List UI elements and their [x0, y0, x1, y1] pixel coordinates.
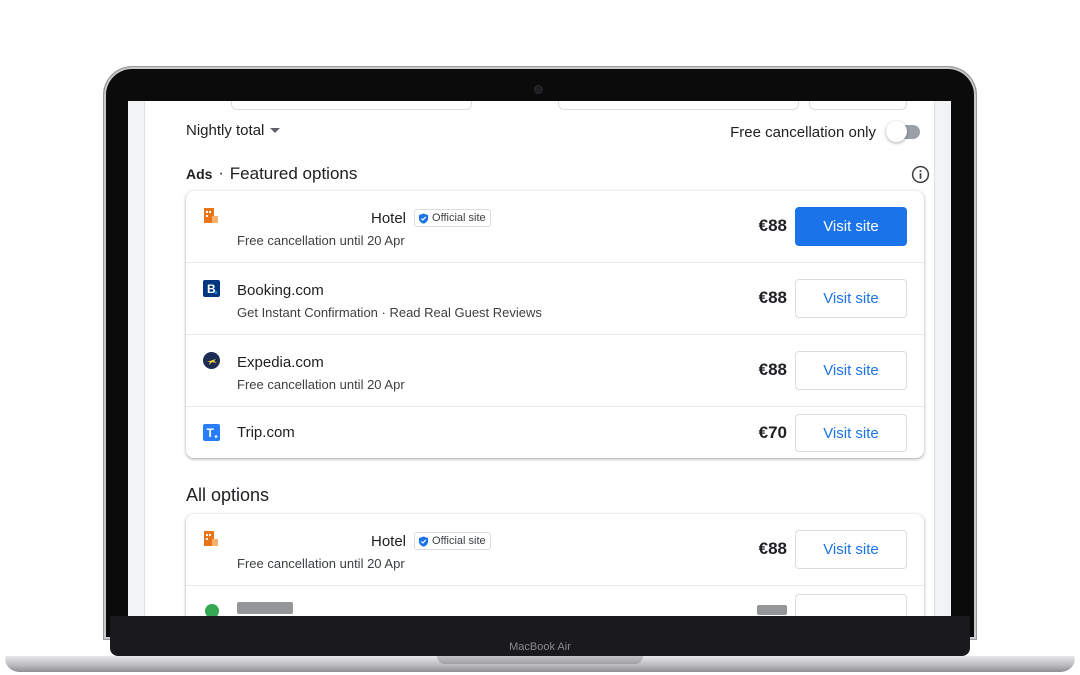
expedia-name[interactable]: Expedia.com	[237, 354, 324, 371]
price: €88	[758, 216, 787, 235]
hotel-name[interactable]: Hotel	[371, 533, 406, 550]
shield-check-icon	[418, 535, 429, 547]
info-icon[interactable]	[911, 165, 930, 184]
booking-logo-icon: B	[203, 280, 220, 297]
svg-text:T: T	[207, 426, 215, 440]
free-cancellation-toggle[interactable]	[886, 121, 924, 143]
visit-site-button[interactable]: Visit site	[795, 279, 907, 318]
guests-input[interactable]	[809, 101, 907, 110]
provider-name: Hotel Official site	[237, 208, 491, 228]
provider-subtitle: Free cancellation until 20 Apr	[237, 377, 405, 392]
svg-text:B: B	[207, 282, 216, 296]
list-item: Hotel Official site Free cancellation un…	[186, 191, 924, 263]
featured-header: Ads · Featured options	[186, 162, 930, 186]
expedia-logo-icon	[203, 352, 220, 369]
hotel-logo-icon	[204, 531, 218, 546]
all-options-card: Hotel Official site Free cancellation un…	[186, 514, 924, 616]
featured-title: Featured options	[229, 164, 358, 183]
provider-logo-icon	[205, 604, 219, 616]
redacted-name	[237, 211, 363, 225]
visit-site-button[interactable]: Visit site	[795, 530, 907, 569]
toggle-thumb	[886, 121, 907, 142]
laptop-base-notch	[437, 656, 643, 664]
official-site-badge: Official site	[414, 532, 491, 550]
booking-name[interactable]: Booking.com	[237, 282, 324, 299]
results-panel: Nightly total Free cancellation only Ads…	[144, 101, 935, 616]
provider-name: Expedia.com	[237, 352, 324, 372]
official-site-label: Official site	[432, 212, 486, 224]
redacted-name	[237, 534, 363, 548]
provider-name: Trip.com	[237, 422, 295, 442]
date-input-checkout[interactable]	[558, 101, 799, 110]
trip-logo-icon: T	[203, 424, 220, 441]
ads-label: Ads	[186, 166, 213, 182]
hotel-logo-icon	[204, 208, 218, 223]
provider-subtitle: Free cancellation until 20 Apr	[237, 233, 405, 248]
shield-check-icon	[418, 212, 429, 224]
trip-name[interactable]: Trip.com	[237, 424, 295, 441]
provider-subtitle: Free cancellation until 20 Apr	[237, 556, 405, 571]
screen: Nightly total Free cancellation only Ads…	[128, 101, 951, 616]
header-separator: ·	[218, 165, 224, 182]
visit-site-button[interactable]: Visit site	[795, 207, 907, 246]
provider-name: Booking.com	[237, 280, 324, 300]
official-site-badge: Official site	[414, 209, 491, 227]
list-item: B Booking.com Get Instant Confirmation ·…	[186, 263, 924, 335]
device-label: MacBook Air	[509, 641, 571, 653]
all-options-title: All options	[186, 485, 270, 505]
price: €88	[758, 288, 787, 307]
sort-dropdown[interactable]: Nightly total	[186, 122, 281, 139]
featured-options-card: Hotel Official site Free cancellation un…	[186, 191, 924, 458]
visit-site-button[interactable]: Visit site	[795, 414, 907, 452]
list-item: Hotel Official site Free cancellation un…	[186, 514, 924, 586]
price-cut	[757, 605, 787, 615]
price: €88	[758, 539, 787, 558]
price: €70	[758, 423, 787, 442]
camera-icon	[535, 86, 542, 93]
date-input-checkin[interactable]	[231, 101, 472, 110]
filter-bar: Nightly total Free cancellation only	[186, 121, 924, 143]
free-cancellation-label: Free cancellation only	[730, 123, 876, 141]
official-site-label: Official site	[432, 535, 486, 547]
sort-dropdown-label: Nightly total	[186, 122, 265, 139]
list-item-partial	[186, 586, 924, 616]
list-item: Expedia.com Free cancellation until 20 A…	[186, 335, 924, 407]
caret-down-icon	[270, 128, 281, 133]
free-cancellation-filter: Free cancellation only	[730, 121, 924, 143]
list-item: T Trip.com €70 Visit site	[186, 407, 924, 458]
hotel-name[interactable]: Hotel	[371, 210, 406, 227]
price: €88	[758, 360, 787, 379]
visit-site-button[interactable]	[795, 594, 907, 616]
provider-name-cut	[237, 602, 293, 614]
provider-name: Hotel Official site	[237, 531, 491, 551]
provider-subtitle: Get Instant Confirmation · Read Real Gue…	[237, 305, 542, 320]
visit-site-button[interactable]: Visit site	[795, 351, 907, 390]
